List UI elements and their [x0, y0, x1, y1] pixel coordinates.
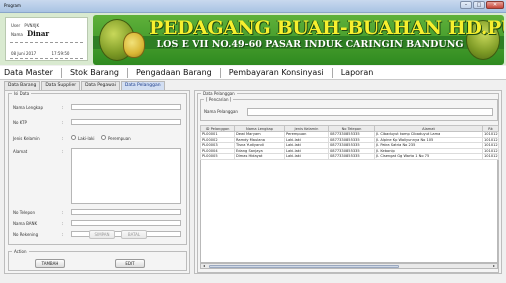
cell: 0877330855335: [328, 153, 375, 160]
radio-perempuan[interactable]: [101, 135, 106, 140]
cell: Laki-laki: [284, 153, 329, 160]
tab-data-supplier[interactable]: Data Supplier: [41, 81, 81, 90]
batal-button[interactable]: BATAL: [121, 230, 147, 239]
window-title-bar: Program – □ ✕: [0, 0, 506, 13]
cell: Jl. Cisengat Gg Warta 1 No 75: [374, 153, 483, 160]
radio-laki-laki-label: Laki-laki: [78, 136, 95, 141]
search-input[interactable]: [247, 108, 493, 116]
search-group-title: [ Pencarian ]: [206, 97, 232, 102]
cell: 1010121: [482, 147, 499, 154]
app-header: User PVNXJK Nama Dinar 08 Juni 2017 17:5…: [0, 13, 506, 65]
form-panel: Isi Data Nama Lengkap : No KTP : Jenis K…: [4, 90, 190, 274]
menu-pembayaran-konsinyasi[interactable]: Pembayaran Konsinyasi: [229, 68, 324, 77]
nama-lengkap-label: Nama Lengkap: [13, 105, 43, 110]
scrollbar-thumb[interactable]: [209, 265, 399, 268]
tab-data-barang[interactable]: Data Barang: [4, 81, 41, 90]
no-rekening-label: No Rekening: [13, 232, 39, 237]
time-value: 17:59:50: [51, 51, 70, 56]
scroll-left-icon[interactable]: ◂: [201, 264, 207, 268]
no-telepon-label: No Telepon: [13, 210, 36, 215]
sub-tabs: Data Barang Data Supplier Data Pegawai D…: [4, 81, 194, 90]
window-controls: – □ ✕: [460, 1, 504, 9]
user-info-box: User PVNXJK Nama Dinar 08 Juni 2017 17:5…: [5, 17, 88, 61]
jenis-kelamin-label: Jenis Kelamin: [13, 136, 40, 141]
name-label: Nama: [11, 32, 23, 37]
cell: Dimas Hidayat: [234, 153, 285, 160]
name-value: Dinar: [27, 29, 50, 38]
main-menu-bar: Data Master Stok Barang Pengadaan Barang…: [0, 66, 506, 80]
nama-bank-input[interactable]: [71, 220, 181, 226]
horizontal-scrollbar[interactable]: ◂ ▸: [200, 263, 498, 269]
divider: [10, 58, 83, 59]
menu-pengadaan-barang[interactable]: Pengadaan Barang: [136, 68, 212, 77]
fruit-image: [123, 32, 145, 58]
cell: 1010121: [482, 153, 499, 160]
edit-button[interactable]: EDIT: [115, 259, 145, 268]
close-button[interactable]: ✕: [486, 1, 504, 9]
menu-laporan[interactable]: Laporan: [341, 68, 374, 77]
radio-laki-laki[interactable]: [71, 135, 76, 140]
date-value: 08 Juni 2017: [11, 51, 37, 56]
nama-bank-label: Nama BANK: [13, 221, 38, 226]
no-telepon-input[interactable]: [71, 209, 181, 215]
user-label: User: [11, 23, 21, 28]
isi-data-title: Isi Data: [14, 91, 30, 96]
customer-table: ID Pelanggan Nama Lengkap Jenis Kelamin …: [200, 125, 499, 160]
window-title: Program: [4, 3, 21, 8]
alamat-label: Alamat: [13, 149, 28, 154]
store-title: PEDAGANG BUAH-BUAHAN HD.PUTRA: [149, 17, 504, 39]
table-row[interactable]: PL00005 Dimas Hidayat Laki-laki 08773308…: [200, 153, 499, 160]
data-pelanggan-title: Data Pelanggan: [203, 91, 235, 96]
action-title: Action: [14, 249, 27, 254]
search-label: Nama Pelanggan: [204, 109, 238, 114]
menu-data-master[interactable]: Data Master: [4, 68, 53, 77]
alamat-textarea[interactable]: [71, 148, 181, 204]
maximize-button[interactable]: □: [473, 1, 485, 9]
radio-perempuan-label: Perempuan: [108, 136, 131, 141]
cell: 1010121: [482, 142, 499, 149]
no-ktp-label: No KTP: [13, 120, 27, 125]
datetime-row: 08 Juni 2017 17:59:50: [11, 51, 69, 56]
user-value: PVNXJK: [24, 23, 40, 28]
user-row: User PVNXJK: [11, 23, 39, 28]
tambah-button[interactable]: TAMBAH: [35, 259, 65, 268]
scroll-right-icon[interactable]: ▸: [491, 264, 497, 268]
store-banner: PEDAGANG BUAH-BUAHAN HD.PUTRA LOS E VII …: [93, 15, 504, 65]
name-row: Nama Dinar: [11, 29, 49, 38]
menu-stok-barang[interactable]: Stok Barang: [70, 68, 119, 77]
minimize-button[interactable]: –: [460, 1, 472, 9]
nama-lengkap-input[interactable]: [71, 104, 181, 110]
divider: [10, 42, 83, 43]
customer-list-panel: Data Pelanggan [ Pencarian ] Nama Pelang…: [194, 90, 502, 274]
store-address: LOS E VII NO.49-60 PASAR INDUK CARINGIN …: [156, 39, 464, 50]
cell: 1010121: [482, 136, 499, 143]
cell: PL00005: [200, 153, 235, 160]
no-ktp-input[interactable]: [71, 119, 181, 125]
tab-data-pegawai[interactable]: Data Pegawai: [81, 81, 120, 90]
cell: 1010121: [482, 131, 499, 138]
simpan-button[interactable]: SIMPAN: [89, 230, 115, 239]
tab-data-pelanggan[interactable]: Data Pelanggan: [120, 81, 165, 90]
